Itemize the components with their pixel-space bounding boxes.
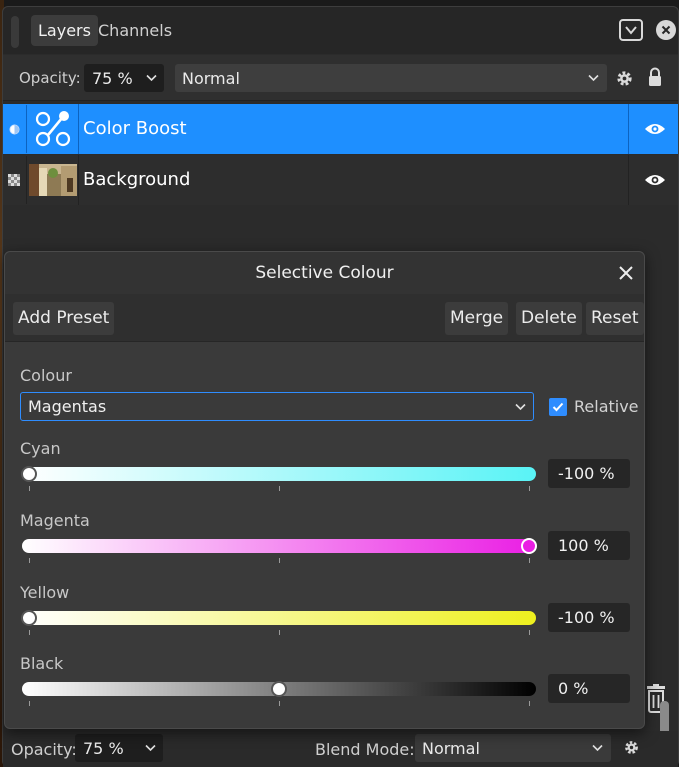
eye-icon xyxy=(644,175,665,185)
yellow-slider-track[interactable] xyxy=(22,611,536,625)
layer-row-background[interactable]: Background xyxy=(3,155,678,205)
blend-mode-value: Normal xyxy=(182,68,240,88)
tab-layers[interactable]: Layers xyxy=(31,15,98,46)
bottom-opacity-value: 75 % xyxy=(83,738,124,758)
slider-tick xyxy=(29,558,30,563)
slider-tick xyxy=(529,701,530,706)
panel-close-button[interactable] xyxy=(656,20,676,40)
layer-row-color-boost[interactable]: Color Boost xyxy=(3,104,678,154)
slider-tick xyxy=(279,486,280,491)
panel-tab-bar: Layers Channels xyxy=(3,7,678,54)
colour-select[interactable]: Magentas xyxy=(20,392,534,421)
layer-name: Background xyxy=(78,155,190,205)
slider-tick xyxy=(29,486,30,491)
close-icon[interactable] xyxy=(617,264,635,282)
chevron-down-icon xyxy=(515,403,526,410)
black-slider-knob[interactable] xyxy=(271,681,287,697)
slider-tick xyxy=(29,701,30,706)
chevron-down-icon xyxy=(145,744,156,752)
bottom-opacity-label: Opacity: xyxy=(11,740,77,759)
eye-icon xyxy=(644,124,665,134)
panel-grip-handle[interactable] xyxy=(11,16,19,48)
black-value-field[interactable]: 0 % xyxy=(548,674,630,703)
dialog-title-bar[interactable]: Selective Colour xyxy=(5,252,644,294)
chevron-down-icon xyxy=(146,74,157,82)
adjustment-icon xyxy=(35,111,70,147)
close-icon xyxy=(661,25,671,35)
layer-options-bar: Opacity: 75 % Normal xyxy=(3,55,678,101)
magenta-label: Magenta xyxy=(20,511,90,530)
yellow-value-field[interactable]: -100 % xyxy=(548,603,630,632)
slider-tick xyxy=(529,486,530,491)
colour-label: Colour xyxy=(20,366,72,385)
add-preset-button[interactable]: Add Preset xyxy=(13,302,115,335)
magenta-slider-track[interactable] xyxy=(22,539,536,553)
image-thumbnail xyxy=(28,164,77,196)
cyan-slider-track[interactable] xyxy=(22,467,536,481)
delete-button[interactable]: Delete xyxy=(516,302,582,335)
blend-mode-label: Blend Mode: xyxy=(315,740,415,759)
chevron-down-icon xyxy=(588,74,599,82)
layer-transparency-indicator[interactable] xyxy=(3,155,25,205)
slider-tick xyxy=(279,701,280,706)
cyan-value-field[interactable]: -100 % xyxy=(548,459,630,488)
black-label: Black xyxy=(20,654,64,673)
yellow-slider-knob[interactable] xyxy=(21,610,37,626)
context-toolbar: Opacity: 75 % Blend Mode: Normal xyxy=(3,731,678,767)
cyan-slider-knob[interactable] xyxy=(21,466,37,482)
half-circle-icon xyxy=(9,124,19,134)
layer-thumbnail xyxy=(26,105,78,153)
blend-mode-select[interactable]: Normal xyxy=(175,64,607,92)
reset-button[interactable]: Reset xyxy=(586,302,644,335)
colour-selected-value: Magentas xyxy=(28,397,107,416)
slider-tick xyxy=(529,630,530,635)
bottom-blend-mode-select[interactable]: Normal xyxy=(415,734,611,762)
opacity-value: 75 % xyxy=(92,68,133,88)
cyan-label: Cyan xyxy=(20,439,61,458)
slider-tick xyxy=(29,630,30,635)
tab-channels[interactable]: Channels xyxy=(91,15,179,46)
slider-tick xyxy=(279,630,280,635)
layer-name: Color Boost xyxy=(78,104,187,154)
layer-visibility-toggle[interactable] xyxy=(628,104,679,154)
chevron-down-icon xyxy=(625,26,637,35)
magenta-slider-knob[interactable] xyxy=(521,538,537,554)
checkerboard-icon xyxy=(8,174,20,186)
layer-thumbnail xyxy=(26,156,78,204)
yellow-label: Yellow xyxy=(20,583,70,602)
opacity-dropdown[interactable]: 75 % xyxy=(84,64,164,92)
slider-tick xyxy=(279,558,280,563)
bottom-opacity-dropdown[interactable]: 75 % xyxy=(75,734,163,762)
merge-button[interactable]: Merge xyxy=(445,302,509,335)
relative-checkbox[interactable] xyxy=(549,398,567,416)
layer-blend-indicator[interactable] xyxy=(3,104,25,154)
panel-collapse-button[interactable] xyxy=(619,19,643,41)
layer-visibility-toggle[interactable] xyxy=(628,155,679,205)
relative-label: Relative xyxy=(574,397,639,416)
selective-colour-dialog: Selective Colour Add Preset Merge Delete… xyxy=(4,251,645,729)
dialog-title: Selective Colour xyxy=(255,263,394,283)
gear-icon[interactable] xyxy=(615,69,634,88)
dialog-toolbar: Add Preset Merge Delete Reset xyxy=(5,294,644,342)
chevron-down-icon xyxy=(592,744,603,752)
bottom-blend-mode-value: Normal xyxy=(422,738,480,758)
gear-icon[interactable] xyxy=(623,739,640,756)
opacity-label: Opacity: xyxy=(19,69,81,87)
lock-icon[interactable] xyxy=(648,67,662,87)
checkmark-icon xyxy=(552,402,564,412)
slider-tick xyxy=(529,558,530,563)
magenta-value-field[interactable]: 100 % xyxy=(548,531,630,560)
